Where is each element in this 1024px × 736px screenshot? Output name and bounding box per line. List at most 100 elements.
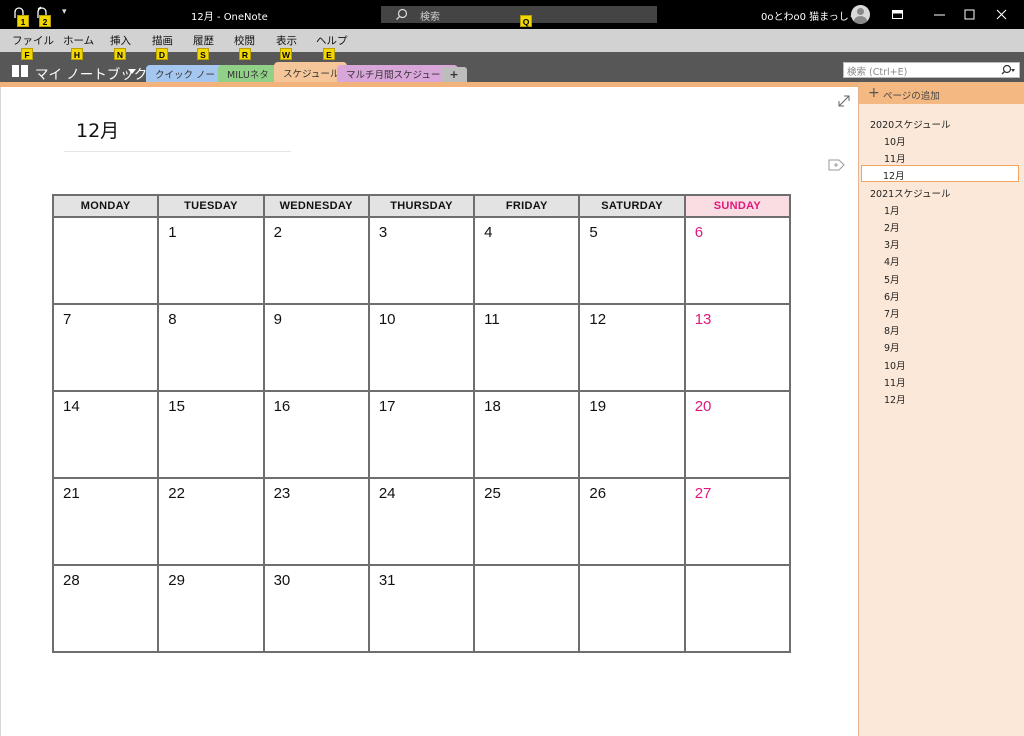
calendar-cell[interactable]: 16	[264, 392, 368, 477]
page-item-2020-dec-selected[interactable]: 12月	[861, 165, 1019, 182]
header-thursday[interactable]: THURSDAY	[369, 196, 474, 216]
calendar-cell[interactable]: 23	[264, 479, 368, 564]
calendar-cell[interactable]: 7	[54, 305, 158, 390]
page-item-2021-feb[interactable]: 2月	[884, 220, 900, 234]
calendar-cell[interactable]: 1	[159, 218, 263, 303]
day-number: 29	[168, 572, 185, 589]
calendar-cell[interactable]: 18	[475, 392, 579, 477]
menu-help[interactable]: ヘルプ	[316, 33, 348, 48]
calendar-cell[interactable]: 29	[159, 566, 263, 651]
page-item-2020-oct[interactable]: 10月	[884, 134, 906, 148]
keytip-view: W	[280, 48, 292, 60]
header-friday[interactable]: FRIDAY	[475, 196, 579, 216]
add-page-button[interactable]: + ページの追加	[859, 82, 1024, 104]
page-item-2021-nov[interactable]: 11月	[884, 375, 906, 389]
day-number: 3	[378, 224, 388, 241]
day-number: 23	[273, 485, 291, 502]
notebook-dropdown-icon[interactable]	[128, 69, 136, 74]
calendar-cell[interactable]: 10	[369, 305, 474, 390]
page-title[interactable]: 12月	[76, 116, 119, 143]
calendar-cell[interactable]: 5	[580, 218, 684, 303]
add-section-button[interactable]: +	[441, 67, 467, 82]
header-sunday[interactable]: SUNDAY	[685, 196, 789, 216]
calendar-cell[interactable]: 15	[159, 392, 263, 477]
notebook-icon	[12, 65, 28, 77]
page-item-2021-jun[interactable]: 6月	[884, 289, 900, 303]
calendar-cell[interactable]	[54, 218, 158, 303]
header-monday[interactable]: MONDAY	[54, 196, 158, 216]
page-item-2021-sep[interactable]: 9月	[884, 340, 900, 354]
calendar-cell[interactable]: 11	[475, 305, 579, 390]
page-item-2021-jan[interactable]: 1月	[884, 203, 900, 217]
ribbon-display-options-icon[interactable]	[876, 0, 918, 29]
calendar-cell[interactable]: 20	[685, 392, 789, 477]
page-item-2020-nov[interactable]: 11月	[884, 151, 906, 165]
calendar-cell[interactable]: 13	[685, 305, 789, 390]
calendar-cell[interactable]: 6	[685, 218, 789, 303]
search-icon[interactable]	[1001, 64, 1015, 76]
calendar-cell[interactable]: 4	[475, 218, 579, 303]
header-tuesday[interactable]: TUESDAY	[159, 196, 263, 216]
close-icon[interactable]	[980, 0, 1022, 29]
day-number: 30	[273, 572, 291, 589]
page-group-2021[interactable]: 2021スケジュール	[870, 186, 951, 200]
header-saturday[interactable]: SATURDAY	[580, 196, 684, 216]
keytip-qat-1: 1	[17, 15, 29, 27]
calendar-cell[interactable]: 12	[580, 305, 684, 390]
menu-file[interactable]: ファイル	[12, 33, 54, 48]
keytip-draw: D	[156, 48, 168, 60]
page-item-2021-may[interactable]: 5月	[884, 272, 900, 286]
calendar-cell[interactable]: 17	[369, 392, 474, 477]
calendar-cell[interactable]: 30	[264, 566, 368, 651]
calendar-cell[interactable]: 22	[159, 479, 263, 564]
day-number: 9	[273, 311, 282, 328]
keytip-home: H	[71, 48, 83, 60]
calendar-cell[interactable]: 14	[54, 392, 158, 477]
calendar-cell[interactable]: 21	[54, 479, 158, 564]
calendar-cell[interactable]: 3	[369, 218, 474, 303]
page-tag-icon[interactable]	[828, 159, 845, 171]
calendar-cell[interactable]	[475, 566, 579, 651]
day-number: 4	[484, 224, 493, 241]
calendar-cell[interactable]: 8	[159, 305, 263, 390]
title-search-box[interactable]: 検索	[381, 6, 657, 23]
section-tab-multi-monthly[interactable]: マルチ月間スケジュール	[337, 65, 458, 82]
page-group-2020[interactable]: 2020スケジュール	[870, 117, 951, 131]
calendar-cell[interactable]: 26	[580, 479, 684, 564]
menu-history[interactable]: 履歴	[193, 33, 214, 48]
menu-home[interactable]: ホーム	[63, 33, 94, 48]
page-item-2021-dec[interactable]: 12月	[884, 392, 906, 406]
calendar-cell[interactable]: 27	[685, 479, 789, 564]
page-item-2021-apr[interactable]: 4月	[884, 254, 900, 268]
menu-draw[interactable]: 描画	[152, 33, 173, 48]
menu-review[interactable]: 校閲	[234, 33, 255, 48]
calendar-cell[interactable]: 25	[475, 479, 579, 564]
section-tab-milu[interactable]: MILUネタ	[218, 65, 277, 82]
menu-insert[interactable]: 挿入	[110, 33, 131, 48]
header-wednesday[interactable]: WEDNESDAY	[264, 196, 368, 216]
calendar-cell[interactable]: 2	[264, 218, 368, 303]
calendar-cell[interactable]: 19	[580, 392, 684, 477]
notebook-search-input[interactable]: 検索 (Ctrl+E)	[843, 62, 1020, 78]
day-number: 31	[378, 572, 396, 589]
calendar-cell[interactable]: 28	[54, 566, 158, 651]
keytip-history: S	[197, 48, 209, 60]
page-item-2021-oct[interactable]: 10月	[884, 358, 906, 372]
day-number: 21	[63, 485, 80, 502]
calendar-cell[interactable]: 9	[264, 305, 368, 390]
day-number: 25	[484, 485, 501, 502]
calendar-cell[interactable]: 31	[369, 566, 474, 651]
keytip-file: F	[21, 48, 33, 60]
day-number: 6	[694, 224, 704, 241]
calendar-cell[interactable]	[685, 566, 789, 651]
day-number: 5	[589, 224, 598, 241]
page-item-2021-mar[interactable]: 3月	[884, 237, 900, 251]
page-item-2021-aug[interactable]: 8月	[884, 323, 900, 337]
expand-icon[interactable]	[838, 95, 850, 107]
page-item-2021-jul[interactable]: 7月	[884, 306, 900, 320]
calendar-cell[interactable]: 24	[369, 479, 474, 564]
calendar-cell[interactable]	[580, 566, 684, 651]
avatar[interactable]	[851, 5, 870, 24]
menu-view[interactable]: 表示	[276, 33, 297, 48]
customize-qat-icon[interactable]: ▾	[62, 7, 67, 17]
